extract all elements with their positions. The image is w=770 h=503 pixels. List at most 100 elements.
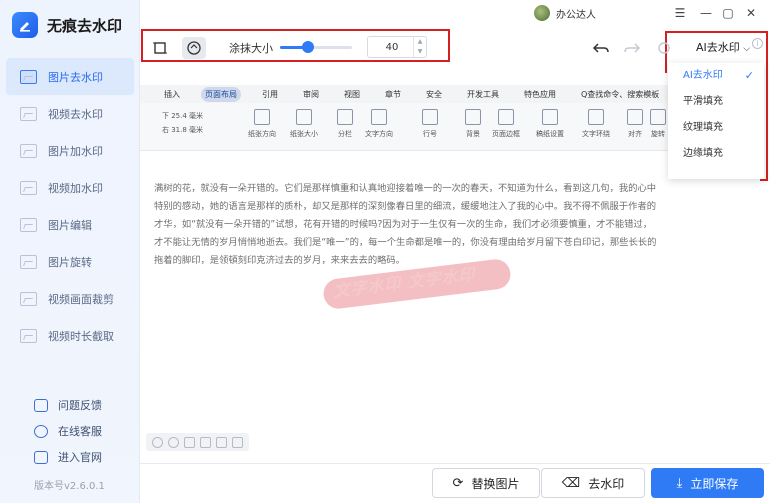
feedback-link[interactable]: 问题反馈: [0, 392, 140, 418]
maximize-button[interactable]: ▢: [720, 6, 736, 20]
minimize-button[interactable]: —: [698, 6, 714, 20]
document-text: 满树的花，就没有一朵开错的。它们是那样慎重和认真地迎接着唯一的一次的春天，不知道…: [154, 180, 714, 270]
crop-icon: [20, 291, 37, 306]
compare-icon[interactable]: [216, 436, 227, 448]
text-line: 满树的花，就没有一朵开错的。它们是那样慎重和认真地迎接着唯一的一次的春天，不知道…: [154, 183, 657, 194]
remove-watermark-button[interactable]: ⌫ 去水印: [541, 468, 645, 498]
sidebar-item-video-crop[interactable]: 视频画面裁剪: [6, 280, 134, 317]
eraser-icon: ⌫: [561, 475, 581, 491]
mode-option-texture[interactable]: 纹理填充: [668, 115, 764, 141]
margin-fields: 下 25.4 毫米 右 31.8 毫米: [162, 109, 203, 137]
sidebar-bottom-links: 问题反馈 在线客服 进入官网: [0, 392, 140, 470]
ribbon-item: 分栏: [337, 109, 353, 139]
sidebar-item-video-remove-watermark[interactable]: 视频去水印: [6, 95, 134, 132]
margin-bottom: 下 25.4 毫米: [162, 112, 204, 120]
mode-option-edge[interactable]: 边缘填充: [668, 141, 764, 167]
user-name: 办公达人: [556, 9, 596, 21]
website-link[interactable]: 进入官网: [0, 444, 140, 470]
sidebar-item-label: 视频时长截取: [48, 329, 114, 343]
ribbon-item: 文字方向: [365, 109, 393, 139]
user-profile[interactable]: 办公达人: [534, 5, 596, 21]
mode-option-ai[interactable]: AI去水印 ✓: [668, 63, 764, 89]
doc-tabs: 插入 页面布局 引用 审阅 视图 章节 安全 开发工具 特色应用 Q查找命令、搜…: [140, 85, 760, 103]
text-line: 才华，如“就没有一朵开错的”试想，花有开错的时候吗?因为对于一生仅有一次的生命，…: [154, 219, 653, 230]
sidebar-item-label: 视频加水印: [48, 181, 103, 195]
sidebar-item-label: 图片加水印: [48, 144, 103, 158]
sidebar-item-video-add-watermark[interactable]: 视频加水印: [6, 169, 134, 206]
feedback-icon: [34, 398, 48, 412]
save-now-button[interactable]: ⤓ 立即保存: [651, 468, 764, 498]
ribbon-item: 纸张方向: [248, 109, 276, 139]
redo-icon[interactable]: [623, 40, 641, 56]
sidebar-item-image-rotate[interactable]: 图片旋转: [6, 243, 134, 280]
doc-tab: Q查找命令、搜索模板: [581, 89, 660, 99]
headset-icon: [34, 424, 48, 438]
fit-icon[interactable]: [184, 436, 195, 448]
video-add-icon: [20, 180, 37, 195]
trim-icon: [20, 328, 37, 343]
sidebar-item-image-remove-watermark[interactable]: 图片去水印: [6, 58, 134, 95]
brush-icon[interactable]: [182, 37, 206, 59]
sidebar-item-label: 视频去水印: [48, 107, 103, 121]
canvas-zoom-bar: [146, 433, 249, 451]
sidebar-item-label: 图片编辑: [48, 218, 92, 232]
chevron-down-icon: ⌵: [743, 44, 751, 54]
zoom-out-icon[interactable]: [152, 436, 163, 448]
image-icon: [20, 69, 37, 84]
ribbon-item: 稿纸设置: [536, 109, 564, 139]
replace-icon: ⟳: [452, 475, 464, 491]
feedback-label: 问题反馈: [58, 399, 102, 412]
ribbon-item: 纸张大小: [290, 109, 318, 139]
doc-tab: 插入: [164, 89, 180, 99]
mode-option-smooth[interactable]: 平滑填充: [668, 89, 764, 115]
sidebar-nav: 图片去水印 视频去水印 图片加水印 视频加水印 图片编辑 图片旋转 视频画面裁剪…: [0, 58, 140, 354]
replace-image-button[interactable]: ⟳ 替换图片: [432, 468, 540, 498]
text-line: 特别的感动，她的语言是那样的质朴，却又是那样的深刻像春日里的细流，缓缓地注入了我…: [154, 201, 657, 212]
website-label: 进入官网: [58, 451, 102, 464]
ribbon-item: 对齐: [627, 109, 643, 139]
hand-icon[interactable]: [232, 436, 243, 448]
check-icon: ✓: [744, 69, 754, 82]
image-canvas[interactable]: 插入 页面布局 引用 审阅 视图 章节 安全 开发工具 特色应用 Q查找命令、搜…: [140, 73, 760, 459]
sidebar-item-video-trim[interactable]: 视频时长截取: [6, 317, 134, 354]
app-logo-icon: [12, 12, 38, 38]
doc-ribbon: 下 25.4 毫米 右 31.8 毫米 纸张方向 纸张大小 分栏 文字方向 行号…: [140, 103, 760, 151]
mode-select[interactable]: AI去水印 ⌵: [696, 39, 750, 55]
ribbon-item: 页面边框: [492, 109, 520, 139]
reset-icon[interactable]: [656, 40, 674, 56]
sidebar: 无痕去水印 图片去水印 视频去水印 图片加水印 视频加水印 图片编辑 图片旋转 …: [0, 0, 140, 503]
video-icon: [20, 106, 37, 121]
doc-tab: 章节: [385, 89, 401, 99]
info-icon[interactable]: i: [752, 38, 763, 49]
online-support-link[interactable]: 在线客服: [0, 418, 140, 444]
download-icon: ⤓: [676, 475, 683, 491]
doc-tab-active: 页面布局: [201, 86, 241, 102]
menu-icon[interactable]: ☰: [672, 6, 688, 20]
margin-right: 右 31.8 毫米: [162, 126, 204, 134]
website-icon: [34, 450, 48, 464]
doc-tab: 视图: [344, 89, 360, 99]
online-support-label: 在线客服: [58, 425, 102, 438]
sidebar-item-label: 视频画面裁剪: [48, 292, 114, 306]
doc-tab: 安全: [426, 89, 442, 99]
sidebar-item-image-add-watermark[interactable]: 图片加水印: [6, 132, 134, 169]
zoom-in-icon[interactable]: [168, 436, 179, 448]
sidebar-item-label: 图片去水印: [48, 70, 103, 84]
brush-size-label: 涂抹大小: [229, 42, 273, 55]
mode-dropdown-menu: AI去水印 ✓ 平滑填充 纹理填充 边缘填充: [668, 63, 764, 179]
ribbon-item: 背景: [465, 109, 481, 139]
brush-size-slider-handle[interactable]: [302, 41, 314, 53]
sidebar-item-image-edit[interactable]: 图片编辑: [6, 206, 134, 243]
undo-icon[interactable]: [592, 40, 610, 56]
brush-size-stepper[interactable]: ▲ ▼: [413, 37, 426, 57]
actual-size-icon[interactable]: [200, 436, 211, 448]
doc-tab: 引用: [262, 89, 278, 99]
doc-tab: 开发工具: [467, 89, 499, 99]
ribbon-item: 旋转: [650, 109, 666, 139]
rect-select-icon[interactable]: [152, 40, 170, 56]
doc-tab: 审阅: [303, 89, 319, 99]
close-button[interactable]: ✕: [743, 6, 759, 20]
doc-tab: 特色应用: [524, 89, 556, 99]
edit-icon: [20, 217, 37, 232]
avatar: [534, 5, 550, 21]
